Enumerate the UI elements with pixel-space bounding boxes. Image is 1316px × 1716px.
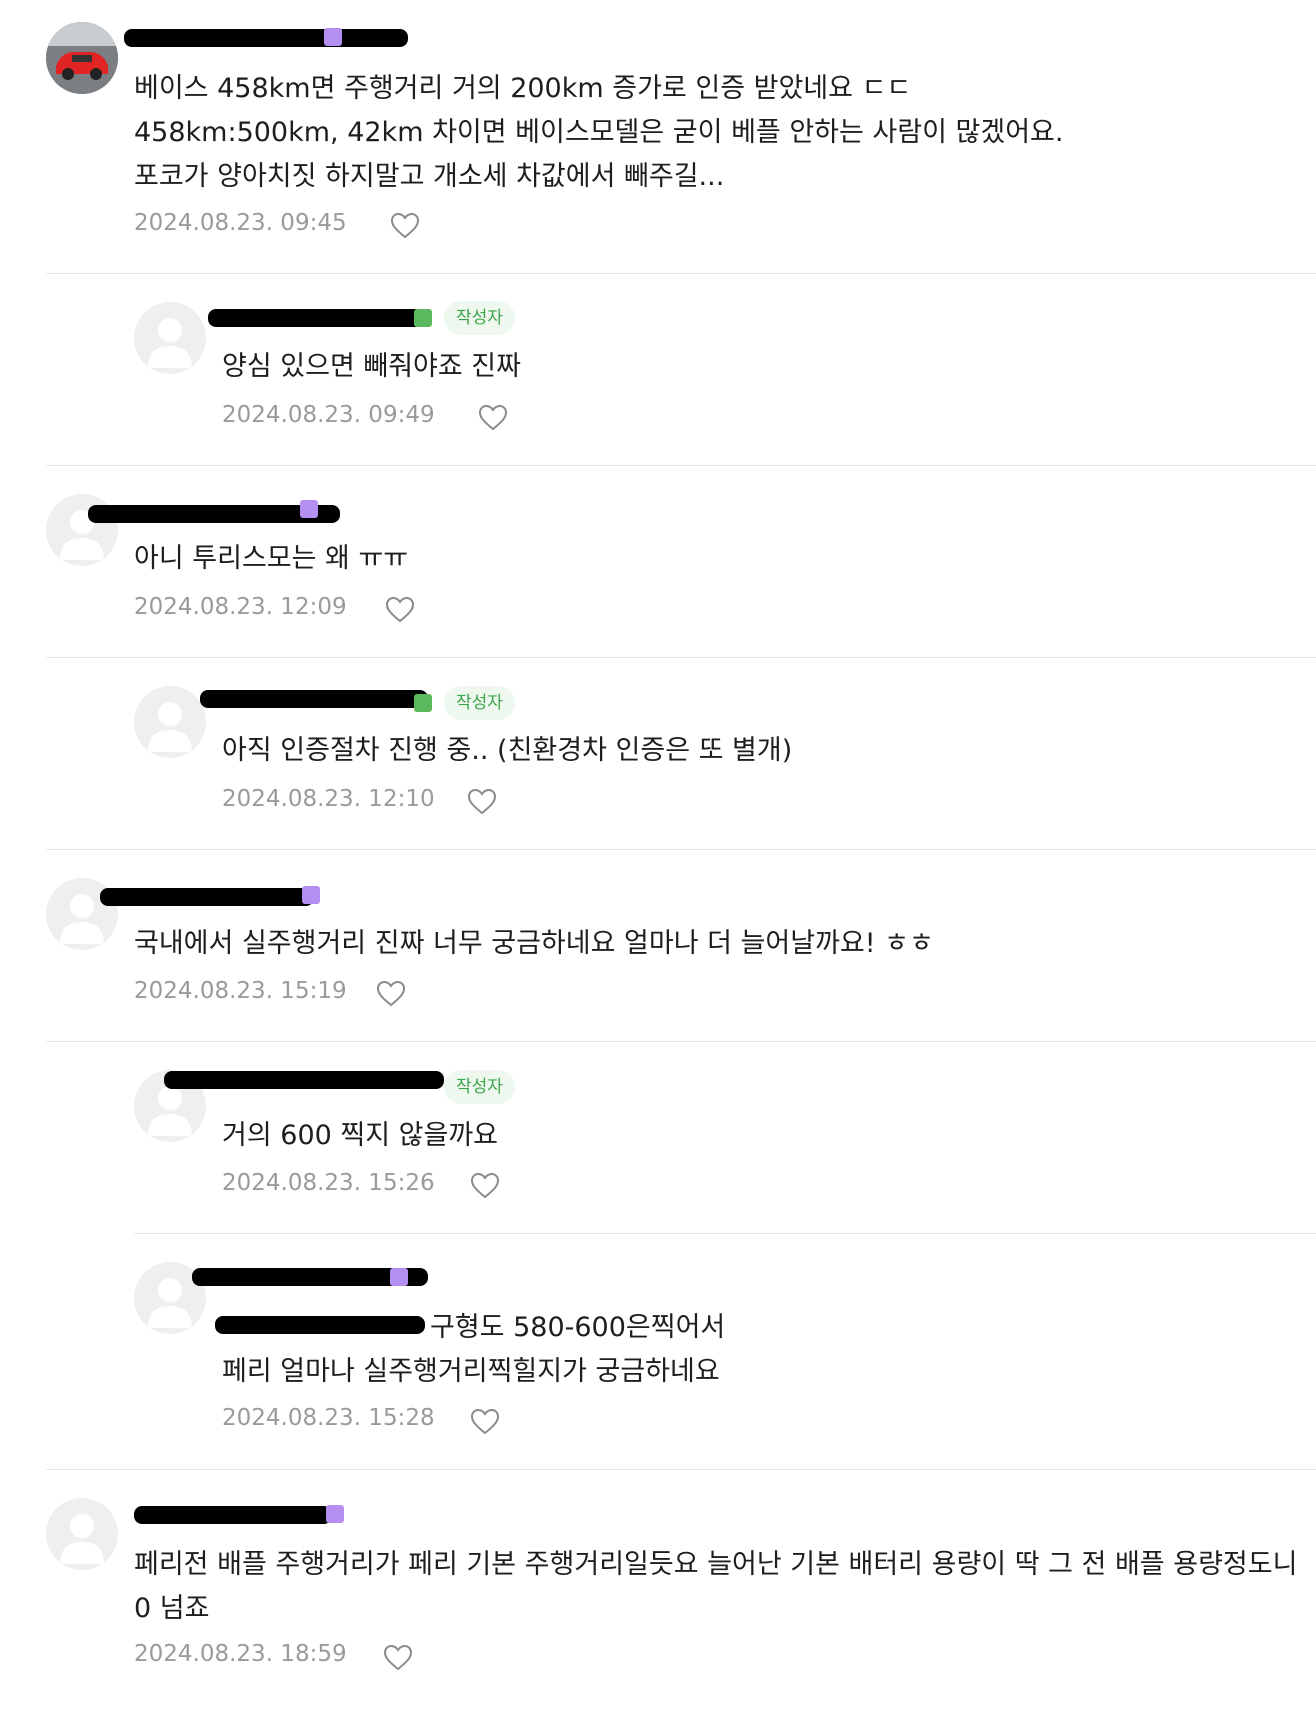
- avatar[interactable]: [46, 1498, 118, 1570]
- level-badge: [324, 28, 342, 46]
- comment-text: 양심 있으면 빼줘야죠 진짜: [222, 351, 521, 382]
- author-badge: 작성자: [444, 686, 515, 720]
- heart-outline-icon[interactable]: [470, 1408, 500, 1436]
- divider: [46, 1469, 1316, 1470]
- heart-outline-icon[interactable]: [467, 788, 497, 816]
- divider: [46, 465, 1316, 466]
- heart-outline-icon[interactable]: [470, 1172, 500, 1200]
- redacted-nickname[interactable]: [134, 1506, 332, 1524]
- comment-date: 2024.08.23. 12:09: [134, 594, 347, 620]
- level-badge: [300, 500, 318, 518]
- author-badge: 작성자: [444, 301, 515, 335]
- divider: [46, 1041, 1316, 1042]
- level-badge: [326, 1505, 344, 1523]
- comment-text: 아직 인증절차 진행 중.. (친환경차 인증은 또 별개): [222, 735, 793, 766]
- heart-outline-icon[interactable]: [478, 404, 508, 432]
- divider: [46, 849, 1316, 850]
- heart-outline-icon[interactable]: [383, 1644, 413, 1672]
- redacted-nickname[interactable]: [200, 690, 428, 708]
- comment-date: 2024.08.23. 15:19: [134, 978, 347, 1004]
- comment-date: 2024.08.23. 15:26: [222, 1170, 435, 1196]
- avatar[interactable]: [134, 302, 206, 374]
- redacted-nickname[interactable]: [124, 29, 408, 47]
- divider: [134, 1233, 1316, 1234]
- comment-date: 2024.08.23. 18:59: [134, 1641, 347, 1667]
- comment-date: 2024.08.23. 12:10: [222, 786, 435, 812]
- level-badge: [390, 1268, 408, 1286]
- divider: [46, 657, 1316, 658]
- comment-text: 국내에서 실주행거리 진짜 너무 궁금하네요 얼마나 더 늘어날까요! ㅎㅎ: [134, 928, 934, 959]
- default-profile-icon: [148, 318, 192, 368]
- level-badge: [414, 309, 432, 327]
- comment-text: 페리전 배플 주행거리가 페리 기본 주행거리일듯요 늘어난 기본 배터리 용량…: [134, 1549, 1298, 1624]
- redacted-nickname[interactable]: [208, 309, 431, 327]
- comment-text: 거의 600 찍지 않을까요: [222, 1120, 499, 1151]
- comment-text: 구형도 580-600은찍어서 페리 얼마나 실주행거리찍힐지가 궁금하네요: [222, 1312, 726, 1387]
- default-profile-icon: [148, 702, 192, 752]
- level-badge: [414, 694, 432, 712]
- comment-date: 2024.08.23. 15:28: [222, 1405, 435, 1431]
- divider: [46, 273, 1316, 274]
- level-badge: [302, 886, 320, 904]
- heart-outline-icon[interactable]: [376, 980, 406, 1008]
- comment-date: 2024.08.23. 09:45: [134, 210, 347, 236]
- heart-outline-icon[interactable]: [385, 596, 415, 624]
- redacted-nickname[interactable]: [164, 1071, 444, 1089]
- avatar[interactable]: [46, 22, 118, 94]
- car-photo-avatar: [46, 22, 118, 94]
- author-badge: 작성자: [444, 1070, 515, 1104]
- redacted-nickname[interactable]: [100, 888, 314, 906]
- comment-text: 아니 투리스모는 왜 ㅠㅠ: [134, 543, 409, 574]
- default-profile-icon: [60, 1514, 104, 1564]
- heart-outline-icon[interactable]: [390, 212, 420, 240]
- avatar[interactable]: [134, 686, 206, 758]
- comment-date: 2024.08.23. 09:49: [222, 402, 435, 428]
- comment-text: 베이스 458km면 주행거리 거의 200km 증가로 인증 받았네요 ㄷㄷ …: [134, 73, 1064, 192]
